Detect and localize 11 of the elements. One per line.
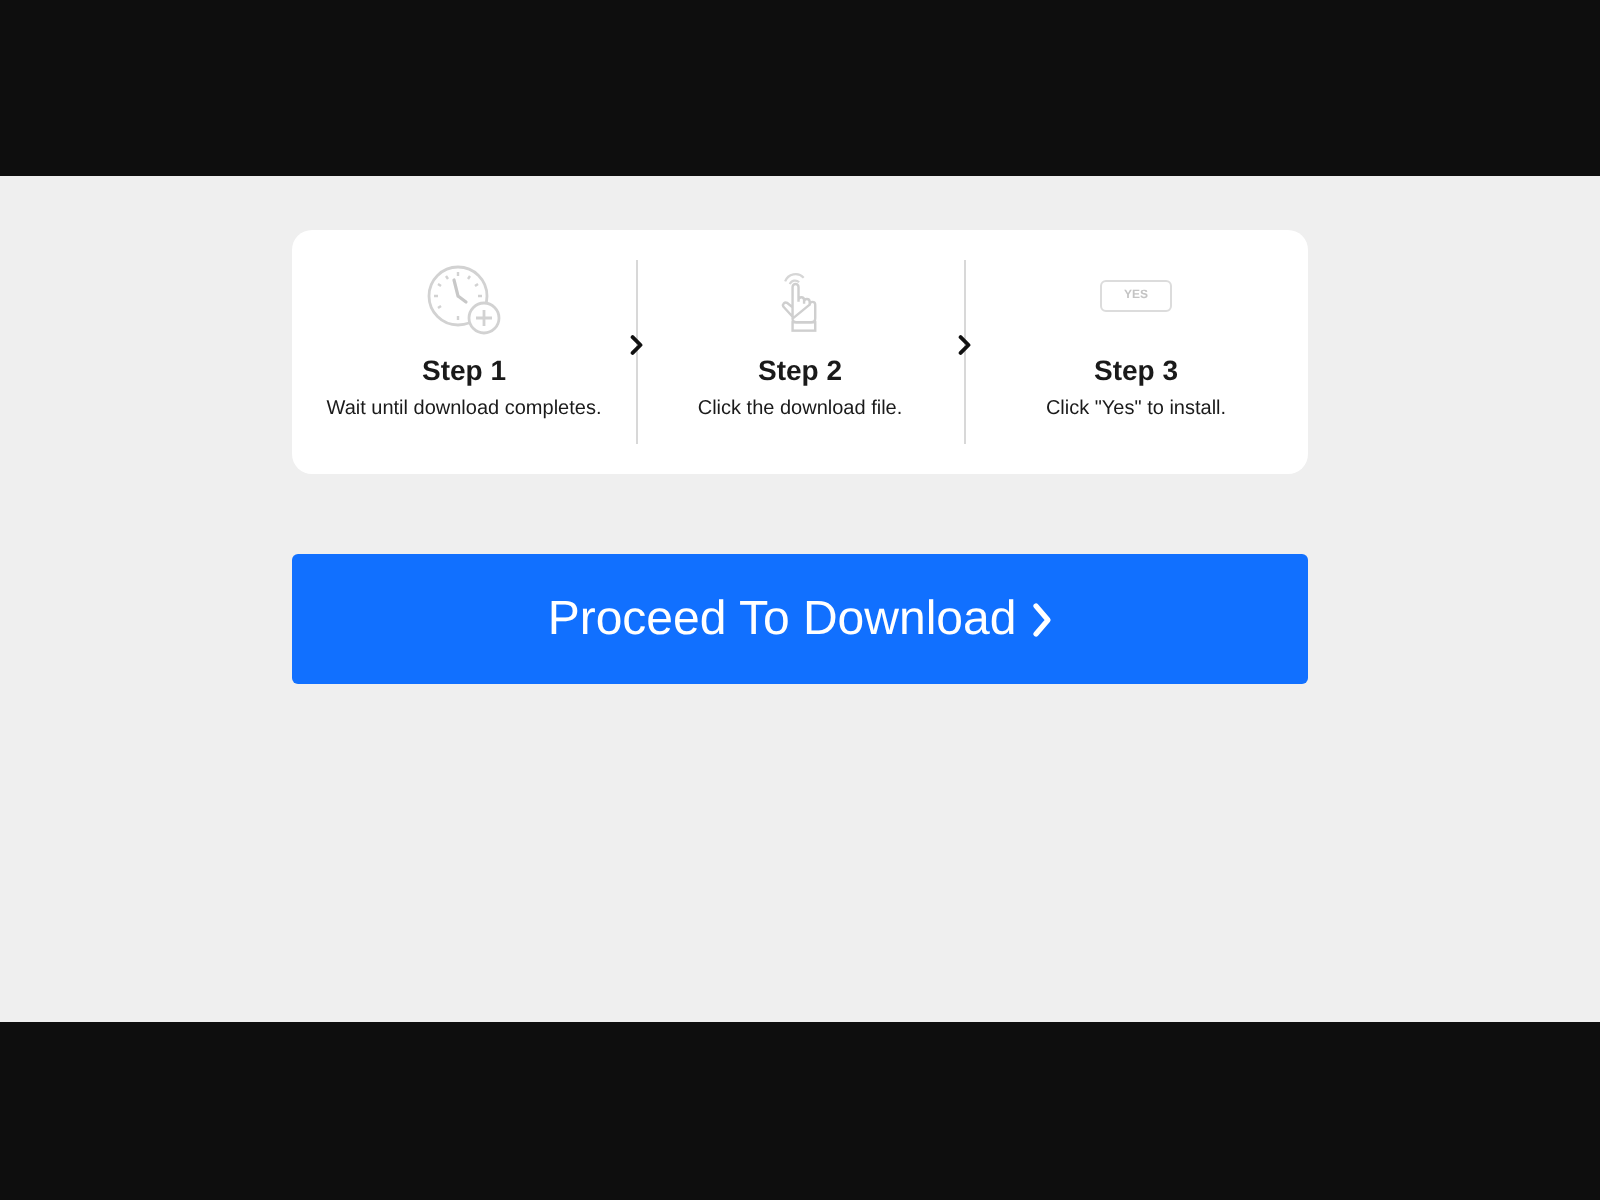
chevron-right-icon <box>958 334 972 356</box>
step-description: Wait until download completes. <box>326 396 602 422</box>
proceed-button[interactable]: Proceed To Download <box>292 554 1308 684</box>
clock-plus-icon <box>426 264 502 336</box>
chevron-right-icon <box>630 334 644 356</box>
step-title: Step 2 <box>757 354 842 386</box>
step-description: Click the download file. <box>697 396 903 422</box>
step-description: Click "Yes" to install. <box>1045 396 1227 422</box>
step-title: Step 1 <box>421 354 506 386</box>
step-title: Step 3 <box>1093 354 1178 386</box>
chevron-right-icon <box>1032 601 1053 637</box>
